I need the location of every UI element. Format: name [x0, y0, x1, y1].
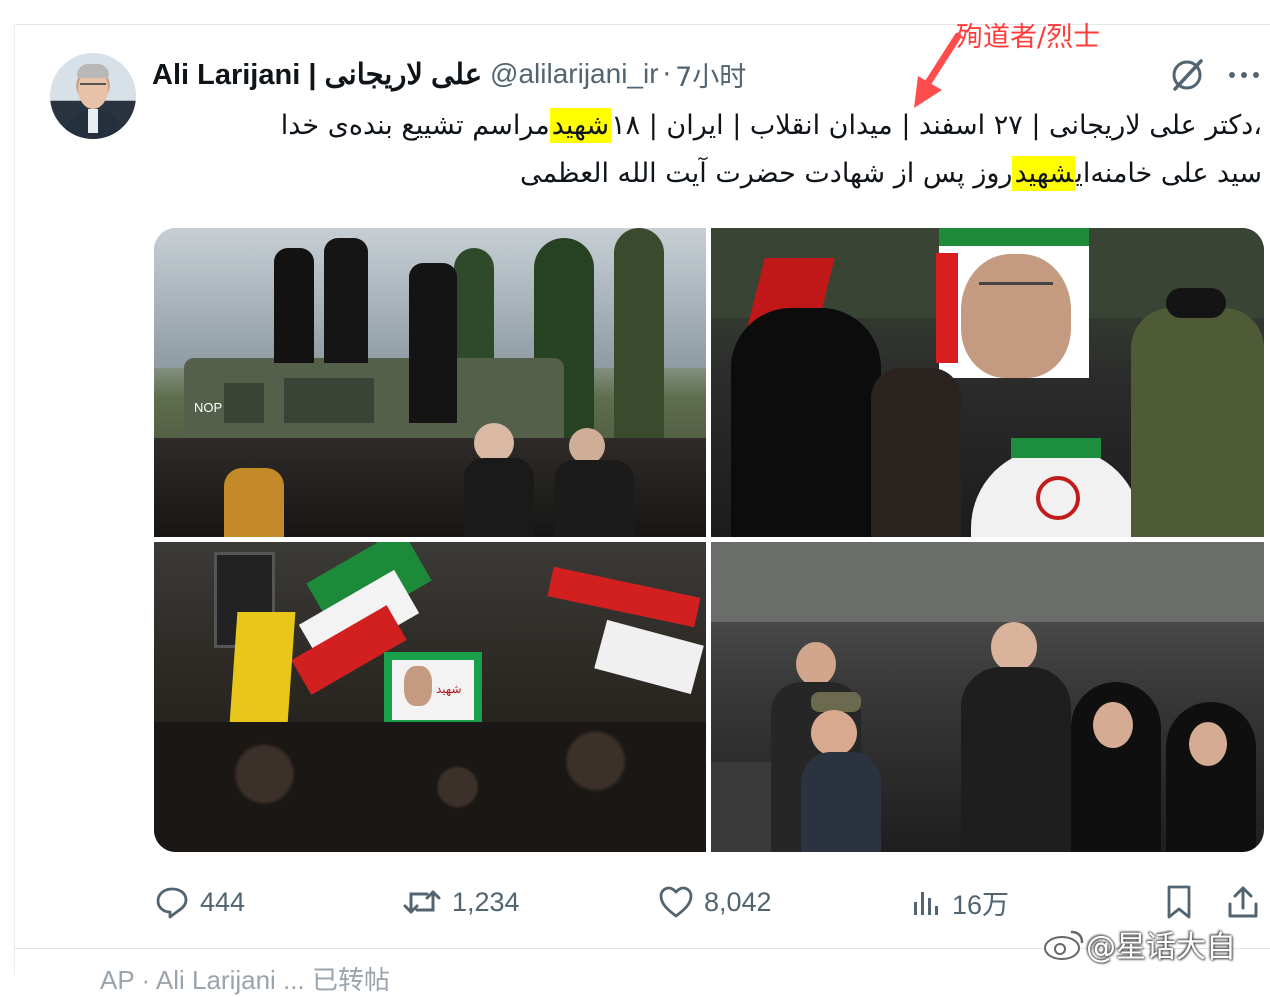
annotation-label: 殉道者/烈士	[956, 22, 1101, 53]
grok-icon[interactable]	[1168, 56, 1206, 94]
photo-armored-vehicle[interactable]: NOP	[154, 228, 706, 537]
repost-icon	[403, 890, 441, 914]
author-handle[interactable]: @alilarijani_ir	[490, 58, 658, 90]
photo-coffin-procession[interactable]: شهید	[154, 542, 706, 852]
repost-count: 1,234	[452, 886, 520, 917]
author-avatar[interactable]	[50, 53, 136, 139]
like-count: 8,042	[704, 886, 772, 917]
views-button[interactable]: 16万	[910, 880, 1009, 924]
tweet-text-line-2: سید علی خامنه‌ایشهیدروز پس از شهادت حضرت…	[152, 152, 1262, 196]
card-left-border	[14, 24, 15, 975]
tweet-text-line-2-before: روز پس از شهادت حضرت آیت الله العظمی	[519, 158, 1013, 189]
views-chart-icon	[914, 892, 938, 915]
view-count: 16万	[952, 889, 1010, 920]
reply-button[interactable]: 444	[154, 880, 245, 924]
tweet-text-line-2-after: سید علی خامنه‌ای	[1075, 158, 1262, 189]
avatar-hair	[77, 64, 109, 78]
tweet-text-line-1: دکتر علی لاریجانی | ۲۷ اسفند | میدان انق…	[152, 104, 1262, 148]
tweet-text-line-1-after: دکتر علی لاریجانی | ۲۷ اسفند | میدان انق…	[611, 110, 1254, 141]
coffin-label: شهید	[436, 682, 462, 696]
author-name[interactable]: Ali Larijani | علی لاریجانی	[152, 57, 482, 92]
tweet-header: Ali Larijani | علی لاریجانی @alilarijani…	[152, 55, 746, 94]
vehicle-plate-label: NOP	[194, 400, 223, 415]
highlighted-word-shahid-1: شهید	[549, 108, 612, 143]
annotation-arrow-icon	[914, 32, 962, 108]
reply-icon	[156, 887, 188, 919]
heart-icon	[659, 886, 693, 918]
next-item-preview[interactable]: AP · Ali Larijani ... 已转帖	[100, 960, 390, 997]
like-button[interactable]: 8,042	[658, 880, 772, 924]
share-icon	[1228, 886, 1258, 918]
weibo-logo-icon	[1044, 930, 1084, 960]
highlighted-word-shahid-2: شهید	[1012, 156, 1076, 191]
repost-button[interactable]: 1,234	[402, 880, 520, 924]
watermark-text: @星话大自	[1086, 930, 1236, 965]
bookmark-button[interactable]	[1164, 880, 1194, 924]
weibo-watermark: @星话大自	[1042, 922, 1236, 966]
media-grid: NOP شهید	[154, 228, 1264, 852]
share-button[interactable]	[1226, 880, 1260, 924]
avatar-glasses	[80, 83, 106, 91]
post-time[interactable]: 7小时	[675, 55, 746, 94]
time-separator: ·	[662, 58, 672, 90]
more-options-icon[interactable]	[1227, 60, 1261, 90]
avatar-shirt	[88, 109, 98, 133]
tweet-actions: 444 1,234 8,042 16万	[154, 880, 1264, 924]
photo-mourners-street[interactable]	[711, 542, 1264, 852]
photo-portrait-crowd[interactable]	[711, 228, 1264, 537]
reply-count: 444	[200, 886, 246, 917]
bookmark-icon	[1167, 885, 1191, 919]
